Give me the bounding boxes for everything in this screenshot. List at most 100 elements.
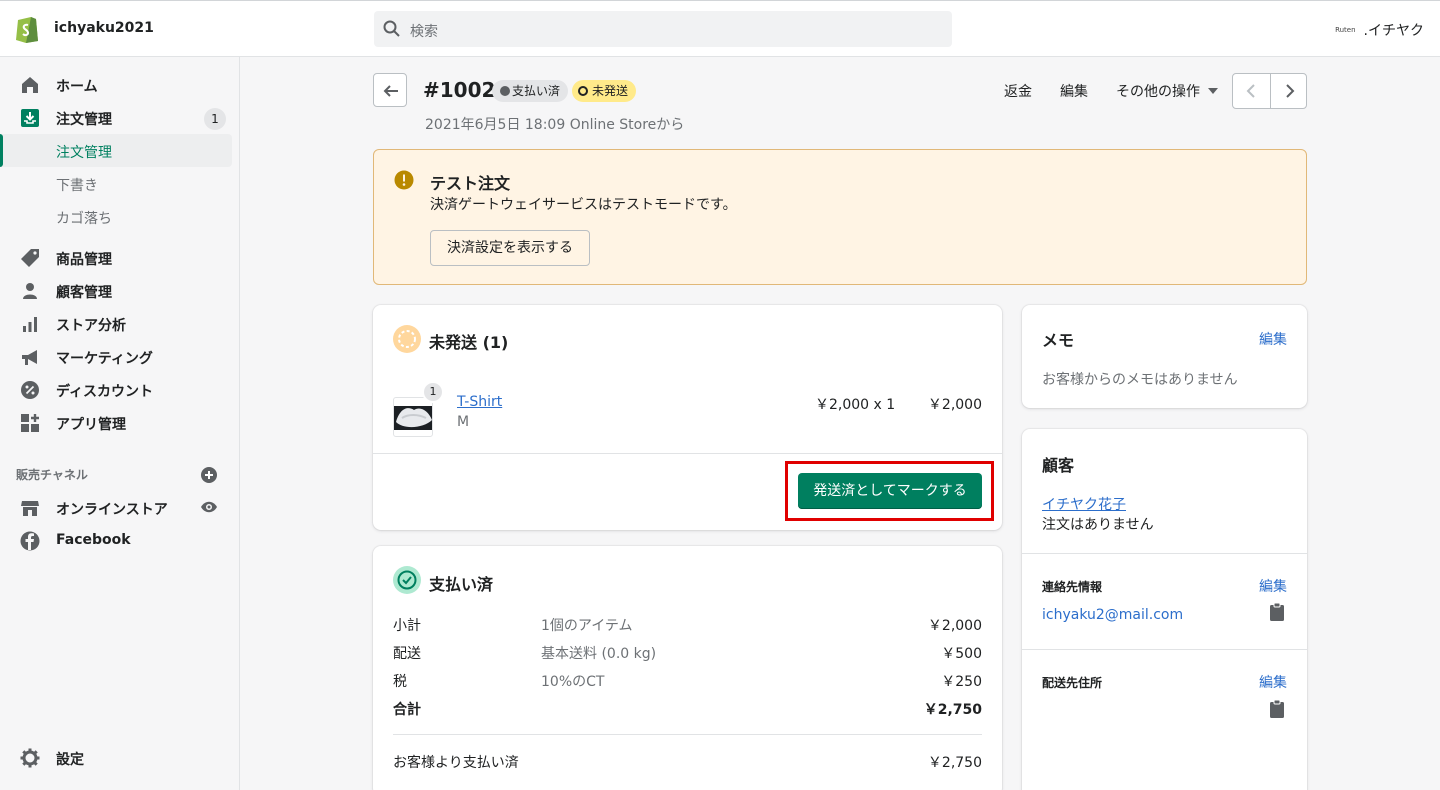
more-actions-label: その他の操作 <box>1116 84 1200 100</box>
warning-icon <box>394 170 414 190</box>
row-label: お客様より支払い済 <box>393 755 519 771</box>
card-divider <box>1022 649 1307 650</box>
orders-icon <box>20 108 40 128</box>
order-date: 2021年6月5日 18:09 Online Storeから <box>425 117 685 133</box>
megaphone-icon <box>20 347 40 367</box>
bar-chart-icon <box>20 314 40 334</box>
account-menu[interactable]: Ruten .イチヤク <box>1335 20 1424 40</box>
banner-text: 決済ゲートウェイサービスはテストモードです。 <box>430 197 737 213</box>
unfulfilled-icon <box>393 325 421 353</box>
clipboard-icon[interactable] <box>1270 603 1284 621</box>
sidebar-item-label: オンラインストア <box>56 502 168 518</box>
sidebar-subitem-drafts[interactable]: 下書き <box>0 167 232 200</box>
sales-channels-title: 販売チャネル <box>16 468 88 482</box>
payment-status-label: 支払い済 <box>512 84 561 98</box>
sidebar-item-label: 設定 <box>56 752 84 768</box>
payment-card: 支払い済 小計 1個のアイテム ￥2,000 配送 基本送料 (0.0 kg) … <box>373 546 1002 790</box>
card-divider <box>373 453 1002 454</box>
sidebar-subitem-label: 注文管理 <box>56 145 112 161</box>
ruten-logo: Ruten <box>1335 26 1356 34</box>
person-icon <box>20 281 40 301</box>
clipboard-icon[interactable] <box>1270 700 1284 718</box>
quantity-badge: 1 <box>422 381 444 403</box>
sidebar-item-label: 商品管理 <box>56 252 112 268</box>
line-total: ￥2,000 <box>927 397 982 413</box>
previous-order-chevron-icon[interactable] <box>1243 82 1261 100</box>
edit-memo-link[interactable]: 編集 <box>1259 329 1287 349</box>
row-description: 基本送料 (0.0 kg) <box>541 646 657 662</box>
search-icon <box>382 19 402 39</box>
row-label: 合計 <box>393 702 421 718</box>
sidebar-item-label: マーケティング <box>56 351 153 367</box>
payment-divider <box>393 734 982 735</box>
edit-order-button[interactable]: 編集 <box>1060 81 1088 101</box>
top-bar: ichyaku2021 検索 Ruten .イチヤク <box>0 0 1440 57</box>
contact-info-title: 連絡先情報 <box>1042 580 1103 594</box>
more-actions-button[interactable]: その他の操作 <box>1116 81 1218 101</box>
eye-icon[interactable] <box>200 500 218 514</box>
main-content: #1002 支払い済 未発送 2021年6月5日 18:09 Online St… <box>240 57 1440 790</box>
edit-shipping-link[interactable]: 編集 <box>1259 672 1287 692</box>
customer-name-link[interactable]: イチヤク花子 <box>1042 494 1126 514</box>
paid-check-icon <box>393 566 421 594</box>
sidebar-item-label: ストア分析 <box>56 318 126 334</box>
sidebar-item-settings[interactable]: 設定 <box>0 741 240 774</box>
sidebar-item-home[interactable]: ホーム <box>0 68 240 101</box>
product-thumbnail[interactable] <box>393 397 433 437</box>
search-input[interactable]: 検索 <box>374 11 952 47</box>
test-order-banner: テスト注文 決済ゲートウェイサービスはテストモードです。 決済設定を表示する <box>373 149 1307 285</box>
view-payment-settings-button[interactable]: 決済設定を表示する <box>430 230 590 266</box>
shopify-logo-icon[interactable] <box>14 13 40 43</box>
customer-email[interactable]: ichyaku2@mail.com <box>1042 607 1183 623</box>
arrow-left-icon <box>383 85 398 97</box>
banner-title: テスト注文 <box>430 174 511 193</box>
sidebar-item-label: Facebook <box>56 532 131 548</box>
sidebar-item-analytics[interactable]: ストア分析 <box>0 307 240 340</box>
product-link[interactable]: T-Shirt <box>457 394 502 410</box>
order-pagination <box>1232 73 1307 109</box>
sidebar-item-apps[interactable]: アプリ管理 <box>0 406 240 439</box>
back-button[interactable] <box>373 73 407 107</box>
payment-status-badge: 支払い済 <box>492 80 569 102</box>
memo-empty-text: お客様からのメモはありません <box>1042 372 1238 388</box>
search-placeholder: 検索 <box>410 24 438 40</box>
sidebar-subitem-abandoned-checkouts[interactable]: カゴ落ち <box>0 200 232 233</box>
payment-title: 支払い済 <box>429 575 494 594</box>
sidebar-item-label: 注文管理 <box>56 112 112 128</box>
sidebar-item-label: ディスカウント <box>56 384 154 400</box>
sidebar-item-label: アプリ管理 <box>56 417 126 433</box>
product-variant: M <box>457 414 470 430</box>
sidebar-item-label: ホーム <box>56 79 98 95</box>
sidebar-item-discounts[interactable]: ディスカウント <box>0 373 240 406</box>
orders-count-badge: 1 <box>204 108 226 130</box>
payment-row-total: 合計 ￥2,750 <box>393 699 982 719</box>
payment-row-shipping: 配送 基本送料 (0.0 kg) ￥500 <box>393 643 982 663</box>
facebook-icon <box>20 531 40 551</box>
payment-row-subtotal: 小計 1個のアイテム ￥2,000 <box>393 615 982 635</box>
next-order-chevron-icon[interactable] <box>1280 82 1298 100</box>
edit-contact-link[interactable]: 編集 <box>1259 576 1287 596</box>
card-divider <box>1022 553 1307 554</box>
sidebar-item-facebook[interactable]: Facebook <box>0 524 240 557</box>
customer-title: 顧客 <box>1042 456 1075 475</box>
apps-icon <box>20 413 40 433</box>
row-amount: ￥250 <box>941 674 982 690</box>
sidebar-subitem-label: カゴ落ち <box>56 211 112 227</box>
payment-row-tax: 税 10%のCT ￥250 <box>393 671 982 691</box>
refund-button[interactable]: 返金 <box>1004 81 1032 101</box>
sidebar-item-customers[interactable]: 顧客管理 <box>0 274 240 307</box>
customer-orders-text: 注文はありません <box>1042 517 1154 533</box>
sidebar-item-products[interactable]: 商品管理 <box>0 241 240 274</box>
sidebar-subitem-orders[interactable]: 注文管理 <box>0 134 232 167</box>
sidebar-item-orders[interactable]: 注文管理 1 <box>0 101 240 134</box>
status-ring-icon <box>578 86 588 96</box>
account-name: .イチヤク <box>1363 23 1424 39</box>
sidebar-item-marketing[interactable]: マーケティング <box>0 340 240 373</box>
store-name[interactable]: ichyaku2021 <box>54 20 154 36</box>
row-label: 税 <box>393 674 407 690</box>
unfulfilled-title: 未発送 (1) <box>429 333 509 352</box>
add-channel-icon[interactable] <box>200 466 218 484</box>
discount-icon <box>20 380 40 400</box>
caret-down-icon <box>1208 88 1218 94</box>
mark-as-fulfilled-button[interactable]: 発送済としてマークする <box>798 473 982 509</box>
